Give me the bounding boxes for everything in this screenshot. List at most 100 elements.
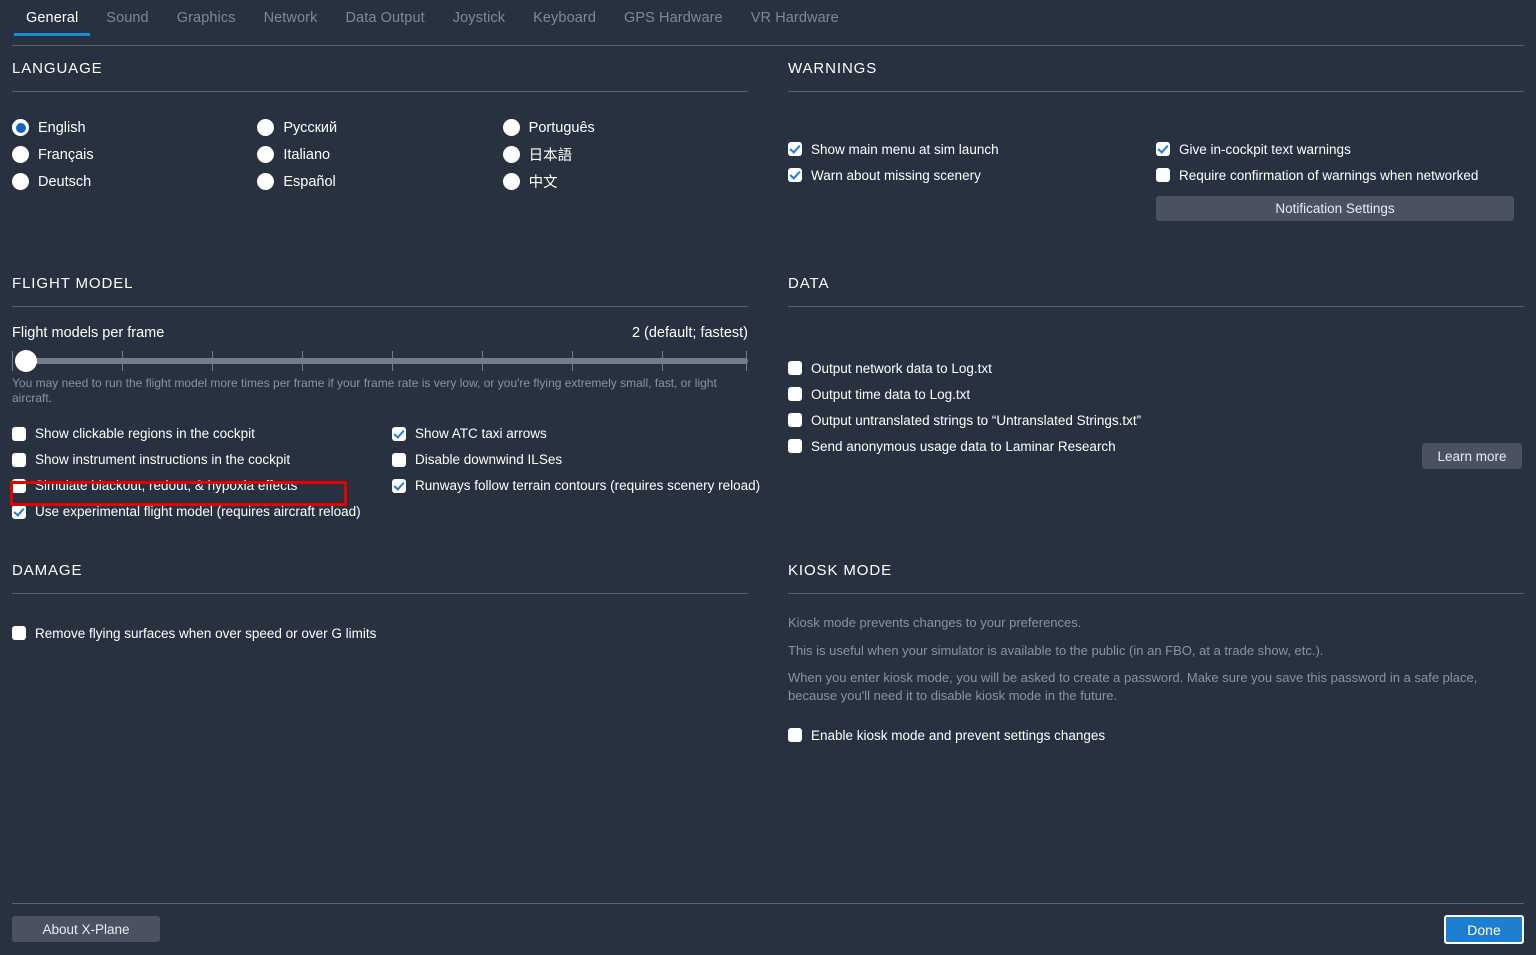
language-option-deutsch[interactable]: Deutsch [12, 168, 257, 195]
tab-joystick[interactable]: Joystick [439, 8, 519, 36]
language-option-japanese[interactable]: 日本語 [502, 141, 748, 168]
language-option-portugues[interactable]: Português [502, 114, 748, 141]
slider-tick [12, 351, 13, 371]
checkbox-show-clickable-regions[interactable]: Show clickable regions in the cockpit [12, 421, 392, 447]
tab-sound[interactable]: Sound [92, 8, 162, 36]
slider-tick [212, 351, 213, 371]
language-option-russian[interactable]: Русский [257, 114, 502, 141]
checkbox-simulate-blackout[interactable]: Simulate blackout, redout, & hypoxia eff… [12, 473, 392, 499]
tab-bar-divider [12, 45, 1524, 46]
about-x-plane-button[interactable]: About X-Plane [12, 916, 160, 942]
checkbox-require-confirmation-when-networked[interactable]: Require confirmation of warnings when ne… [1156, 162, 1478, 188]
tab-vr-hardware[interactable]: VR Hardware [737, 8, 853, 36]
checkbox-icon[interactable] [788, 728, 802, 743]
checkbox-give-in-cockpit-text-warnings[interactable]: Give in-cockpit text warnings [1156, 136, 1478, 162]
language-column-2: Русский Italiano Español [257, 114, 502, 195]
checkbox-icon[interactable] [392, 452, 406, 467]
language-column-1: English Français Deutsch [12, 114, 257, 195]
slider-tick [572, 351, 573, 371]
settings-window: General Sound Graphics Network Data Outp… [0, 0, 1536, 955]
checkbox-icon[interactable] [392, 426, 406, 441]
checkbox-icon[interactable] [12, 452, 26, 467]
checkbox-icon[interactable] [12, 478, 26, 493]
warnings-section: WARNINGS Show main menu at sim launch Wa… [788, 60, 1524, 221]
checkbox-label: Use experimental flight model (requires … [35, 504, 361, 520]
checkbox-warn-about-missing-scenery[interactable]: Warn about missing scenery [788, 162, 999, 188]
tab-gps-hardware[interactable]: GPS Hardware [610, 8, 737, 36]
checkbox-icon[interactable] [788, 413, 802, 427]
notification-settings-button[interactable]: Notification Settings [1156, 196, 1514, 221]
footer-divider [12, 903, 1524, 904]
language-radio-grid: English Français Deutsch Русский Italian… [12, 114, 748, 195]
checkbox-label: Output time data to Log.txt [811, 386, 971, 402]
language-option-english[interactable]: English [12, 114, 257, 141]
damage-section-title: DAMAGE [12, 562, 83, 579]
radio-icon[interactable] [257, 146, 275, 163]
checkbox-icon[interactable] [788, 387, 802, 401]
radio-icon[interactable] [502, 173, 520, 190]
flight-model-note: You may need to run the flight model mor… [12, 376, 717, 406]
language-option-chinese[interactable]: 中文 [502, 168, 748, 195]
checkbox-icon[interactable] [12, 426, 26, 441]
checkbox-icon[interactable] [788, 168, 802, 182]
checkbox-runways-follow-terrain[interactable]: Runways follow terrain contours (require… [392, 473, 760, 499]
checkbox-label: Enable kiosk mode and prevent settings c… [811, 727, 1106, 743]
checkbox-output-time-data[interactable]: Output time data to Log.txt [788, 381, 1141, 407]
warnings-right-column: Give in-cockpit text warnings Require co… [1156, 136, 1478, 188]
done-button[interactable]: Done [1444, 915, 1524, 944]
learn-more-button[interactable]: Learn more [1422, 443, 1522, 469]
slider-tick [746, 351, 747, 371]
tab-bar: General Sound Graphics Network Data Outp… [0, 8, 1536, 46]
slider-track[interactable] [26, 358, 748, 364]
tab-graphics[interactable]: Graphics [163, 8, 250, 36]
checkbox-remove-flying-surfaces[interactable]: Remove flying surfaces when over speed o… [12, 620, 748, 646]
checkbox-icon[interactable] [392, 478, 406, 493]
radio-icon[interactable] [502, 119, 520, 136]
radio-icon[interactable] [257, 173, 275, 190]
checkbox-icon[interactable] [788, 361, 802, 375]
checkbox-label: Remove flying surfaces when over speed o… [35, 625, 377, 641]
slider-handle[interactable] [15, 350, 37, 372]
checkbox-show-instrument-instructions[interactable]: Show instrument instructions in the cock… [12, 447, 392, 473]
tab-network[interactable]: Network [250, 8, 332, 36]
tab-data-output[interactable]: Data Output [331, 8, 438, 36]
checkbox-icon[interactable] [12, 504, 26, 519]
tab-general[interactable]: General [12, 8, 92, 36]
language-option-label: Italiano [283, 146, 331, 163]
damage-options: Remove flying surfaces when over speed o… [12, 620, 748, 646]
checkbox-output-network-data[interactable]: Output network data to Log.txt [788, 355, 1141, 381]
checkbox-disable-downwind-ilses[interactable]: Disable downwind ILSes [392, 447, 742, 473]
checkbox-use-experimental-flight-model[interactable]: Use experimental flight model (requires … [12, 499, 392, 525]
flight-model-left-column: Show clickable regions in the cockpit Sh… [12, 421, 392, 525]
checkbox-output-untranslated-strings[interactable]: Output untranslated strings to “Untransl… [788, 407, 1141, 433]
checkbox-show-atc-taxi-arrows[interactable]: Show ATC taxi arrows [392, 421, 742, 447]
checkbox-label: Send anonymous usage data to Laminar Res… [811, 438, 1116, 454]
data-section-title: DATA [788, 275, 830, 292]
radio-icon[interactable] [257, 119, 275, 136]
kiosk-paragraph-2: This is useful when your simulator is av… [788, 642, 1324, 658]
kiosk-divider [788, 593, 1524, 594]
checkbox-icon[interactable] [788, 142, 802, 156]
language-option-italiano[interactable]: Italiano [257, 141, 502, 168]
slider-tick [392, 351, 393, 371]
language-option-label: 中文 [528, 175, 558, 191]
checkbox-icon[interactable] [1156, 168, 1170, 182]
language-option-label: 日本語 [528, 148, 573, 164]
checkbox-icon[interactable] [12, 626, 26, 640]
data-body: Output network data to Log.txt Output ti… [788, 307, 1524, 477]
tab-keyboard[interactable]: Keyboard [519, 8, 610, 36]
radio-icon[interactable] [12, 119, 29, 136]
checkbox-enable-kiosk-mode[interactable]: Enable kiosk mode and prevent settings c… [788, 722, 1524, 748]
checkbox-send-anonymous-usage-data[interactable]: Send anonymous usage data to Laminar Res… [788, 433, 1141, 459]
checkbox-icon[interactable] [1156, 142, 1170, 156]
flight-models-per-frame-slider[interactable] [12, 348, 748, 372]
language-option-espanol[interactable]: Español [257, 168, 502, 195]
radio-icon[interactable] [12, 146, 29, 163]
checkbox-show-main-menu-at-sim-launch[interactable]: Show main menu at sim launch [788, 136, 999, 162]
slider-tick [662, 351, 663, 371]
radio-icon[interactable] [502, 146, 520, 163]
checkbox-icon[interactable] [788, 439, 802, 453]
checkbox-label: Require confirmation of warnings when ne… [1179, 167, 1479, 183]
radio-icon[interactable] [12, 173, 29, 190]
language-option-francais[interactable]: Français [12, 141, 257, 168]
